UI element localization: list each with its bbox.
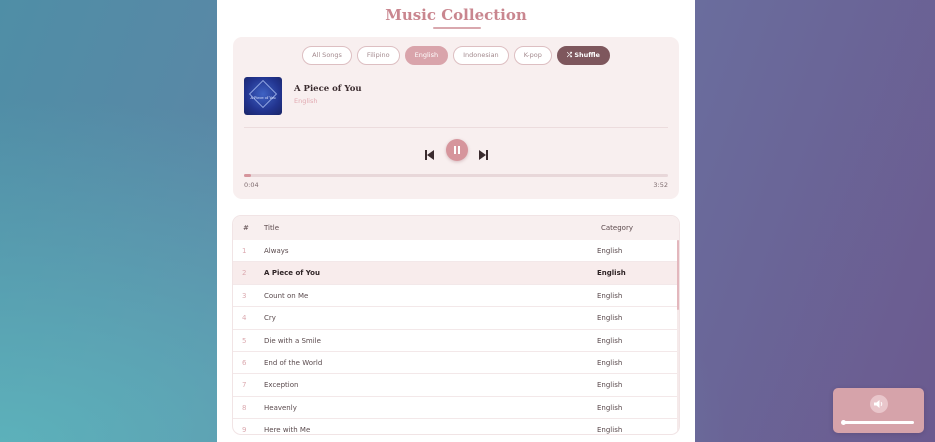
row-category: English [597,291,623,300]
row-number: 9 [242,426,247,434]
category-filter-bar: All Songs Filipino English Indonesian K-… [233,46,679,65]
row-number: 5 [242,336,247,345]
volume-slider[interactable] [844,421,914,424]
row-number: 1 [242,247,247,255]
shuffle-label: Shuffle [574,51,600,59]
total-time: 3:52 [653,181,668,189]
row-title: End of the World [264,358,323,367]
row-number: 3 [242,291,247,300]
volume-widget [833,388,924,433]
album-art: A Piece of You [244,77,282,115]
row-title: Heavenly [264,403,297,412]
volume-fill [844,421,912,424]
filter-chip-all-songs[interactable]: All Songs [302,46,352,65]
progress-bar[interactable] [244,174,668,177]
filter-chip-english[interactable]: English [404,46,449,65]
row-category: English [597,247,623,255]
filter-chip-filipino[interactable]: Filipino [356,46,400,65]
row-title: Exception [264,381,299,390]
volume-button[interactable] [870,395,888,413]
volume-slider-knob[interactable] [841,420,846,425]
row-title: Cry [264,314,276,323]
page-title: Music Collection [385,6,527,24]
row-number: 7 [242,381,247,390]
row-category: English [597,381,623,390]
row-category: English [597,403,623,412]
row-category: English [597,336,623,345]
skip-previous-icon [425,150,434,160]
volume-icon [874,400,883,408]
now-playing-category: English [294,97,318,105]
row-number: 6 [242,358,247,367]
scrollbar-thumb[interactable] [677,240,679,310]
song-table: # Title Category 1 Always English 2 A Pi… [233,216,679,434]
album-art-frame [248,79,278,109]
column-header-number: # [243,224,249,232]
table-row[interactable]: 4 Cry English [233,307,679,330]
playback-controls [233,139,679,161]
row-title: Here with Me [264,426,311,434]
filter-chip-kpop[interactable]: K-pop [513,46,552,65]
row-number: 8 [242,403,247,412]
table-row[interactable]: 3 Count on Me English [233,285,679,308]
shuffle-icon: ⤮ [566,51,573,59]
pause-icon [454,146,460,154]
play-pause-button[interactable] [446,139,468,161]
column-header-category: Category [601,224,633,232]
skip-next-icon [479,150,488,160]
row-number: 4 [242,314,247,323]
table-row[interactable]: 6 End of the World English [233,352,679,375]
title-underline [433,27,481,29]
player-divider [244,127,668,128]
row-category: English [597,358,623,367]
row-number: 2 [242,269,247,278]
shuffle-button[interactable]: ⤮ Shuffle [556,46,610,65]
previous-button[interactable] [425,145,434,160]
player-panel: All Songs Filipino English Indonesian K-… [233,37,679,199]
table-row[interactable]: 5 Die with a Smile English [233,330,679,352]
filter-chip-indonesian[interactable]: Indonesian [453,46,509,65]
progress-fill [244,174,252,177]
table-row-active[interactable]: 2 A Piece of You English [233,262,679,285]
table-row[interactable]: 7 Exception English [233,374,679,397]
table-row[interactable]: 9 Here with Me English [233,419,679,434]
row-category: English [597,426,623,434]
row-title: Count on Me [264,291,309,300]
table-header: # Title Category [233,216,679,240]
table-row[interactable]: 8 Heavenly English [233,397,679,420]
table-body: 1 Always English 2 A Piece of You Englis… [233,240,679,434]
table-scrollbar[interactable] [677,240,679,434]
table-row[interactable]: 1 Always English [233,240,679,263]
row-title: Always [264,247,289,255]
current-time: 0:04 [244,181,259,189]
music-collection-card: Music Collection All Songs Filipino Engl… [217,0,695,442]
column-header-title: Title [264,224,280,232]
row-title: A Piece of You [264,269,320,278]
row-category: English [597,269,626,278]
album-art-text: A Piece of You [250,96,276,100]
row-title: Die with a Smile [264,336,321,345]
next-button[interactable] [479,145,488,160]
now-playing-title: A Piece of You [294,84,362,94]
row-category: English [597,314,623,323]
